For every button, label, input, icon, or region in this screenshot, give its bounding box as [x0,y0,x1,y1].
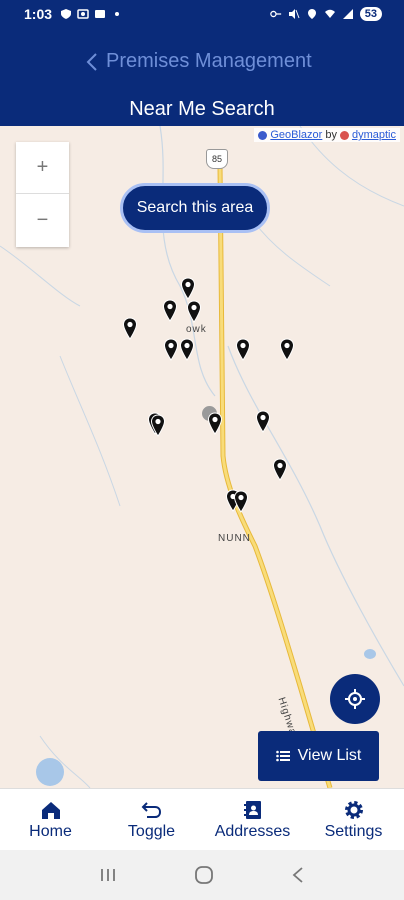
location-pin-icon[interactable] [186,300,202,324]
lake [36,758,64,786]
key-icon [269,10,281,18]
back-label: Premises Management [106,50,312,72]
nav-home-label: Home [29,822,72,840]
attribution-by: by [325,129,337,141]
nav-toggle[interactable]: Toggle [101,789,202,850]
location-pin-icon[interactable] [163,338,179,362]
wifi-icon [324,9,335,18]
town-label-partial: owk [186,324,207,335]
chevron-left-icon [86,52,97,71]
geoblazor-link[interactable]: GeoBlazor [270,129,322,141]
town-label-nunn: NUNN [218,533,251,544]
location-pin-icon[interactable] [150,414,166,438]
back-button[interactable]: Premises Management [86,50,312,73]
mute-icon [288,9,300,19]
nav-addresses-label: Addresses [214,822,291,840]
nav-toggle-label: Toggle [127,822,176,840]
location-pin-icon[interactable] [279,338,295,362]
battery-level: 53 [359,7,382,21]
home-icon [41,801,60,819]
dot-icon [115,12,120,16]
location-pin-icon[interactable] [235,338,251,362]
crosshair-icon [345,689,365,709]
list-icon [275,750,290,762]
view-list-label: View List [297,747,362,764]
bottom-nav: Home Toggle Addresses Settings [0,788,404,850]
nav-settings-label: Settings [324,822,383,840]
location-pin-icon[interactable] [179,338,195,362]
back-arrow-icon[interactable] [291,866,305,884]
locate-me-button[interactable] [330,674,380,724]
location-pin-icon[interactable] [207,412,223,436]
message-icon [95,10,106,18]
zoom-out-button[interactable]: − [16,194,69,246]
map-view[interactable]: GeoBlazor by dymaptic + − 85 Search this… [0,126,404,788]
lake [364,649,376,659]
geoblazor-logo-icon [258,130,268,140]
nav-addresses[interactable]: Addresses [202,789,303,850]
recent-apps-icon[interactable] [99,867,117,883]
nav-settings[interactable]: Settings [303,789,404,850]
app-header: Premises Management Near Me Search [0,28,404,126]
view-list-button[interactable]: View List [258,731,379,781]
toggle-icon [141,801,161,818]
location-pin-icon[interactable] [180,277,196,301]
home-circle-icon[interactable] [194,865,214,885]
location-pin-icon[interactable] [122,317,138,341]
dymaptic-link[interactable]: dymaptic [352,129,396,141]
highway-shield: 85 [206,149,228,169]
location-pin-icon[interactable] [255,410,271,434]
location-pin-icon[interactable] [162,299,178,323]
status-bar: 1:03 53 [0,0,404,28]
search-this-area-button[interactable]: Search this area [120,183,270,233]
camera-icon [77,9,89,19]
dymaptic-logo-icon [339,130,349,140]
map-attribution: GeoBlazor by dymaptic [254,128,400,142]
zoom-control: + − [16,142,69,247]
location-pin-icon[interactable] [233,490,249,514]
signal-icon [342,9,353,19]
gear-icon [344,800,363,819]
status-time: 1:03 [24,6,53,22]
system-nav-bar [0,850,404,900]
zoom-in-button[interactable]: + [16,142,69,194]
nav-home[interactable]: Home [0,789,101,850]
page-title: Near Me Search [129,98,275,120]
location-icon [307,9,316,19]
shield-icon [61,9,72,19]
address-book-icon [243,800,261,819]
location-pin-icon[interactable] [272,458,288,482]
